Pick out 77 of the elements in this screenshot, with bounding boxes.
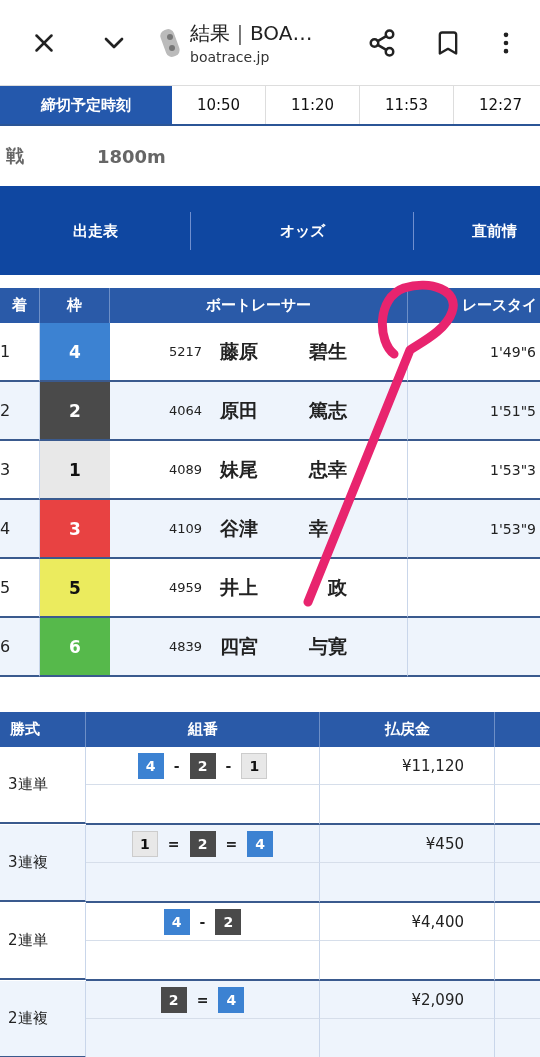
race-time: 1'51"5 [490, 402, 536, 419]
racer-number: 4959 [167, 580, 202, 595]
place-cell: 6 [0, 618, 40, 677]
bet-type: 2連複 [0, 981, 86, 1057]
frame-cell: 2 [40, 382, 110, 441]
frame-cell: 1 [40, 441, 110, 500]
place-cell: 4 [0, 500, 40, 559]
frame-cell: 6 [40, 618, 110, 677]
racer-surname: 原田 [220, 397, 259, 423]
boat-number: 1 [131, 830, 158, 857]
place-cell: 5 [0, 559, 40, 618]
deadline-time: 11:53 [360, 86, 454, 124]
combo-separator: = [167, 835, 180, 852]
payout-amount: ¥11,120 [401, 756, 464, 775]
deadline-time: 12:27 [454, 86, 540, 124]
payout-amount: ¥450 [425, 834, 464, 853]
racer-surname: 藤原 [220, 338, 259, 364]
payout-amount: ¥4,400 [411, 912, 464, 931]
deadline-time: 11:20 [266, 86, 360, 124]
column-header: 払戻金 [320, 712, 495, 747]
racer-number: 4109 [167, 521, 202, 536]
page-title: 結果｜BOA… [190, 20, 314, 47]
column-header: 勝式 [0, 712, 86, 747]
boat-number: 2 [160, 986, 187, 1013]
race-distance: 1800m [97, 145, 166, 167]
column-header: 組番 [86, 712, 320, 747]
frame-cell: 3 [40, 500, 110, 559]
race-time: 1'49"6 [490, 343, 536, 360]
payout-amount: ¥2,090 [411, 990, 464, 1009]
race-name: 戦 [6, 144, 24, 168]
combo-separator: = [196, 991, 209, 1008]
column-header: 着 [0, 288, 40, 323]
racer-surname: 井上 [220, 574, 259, 600]
combo-separator: - [225, 757, 232, 774]
column-header: レースタイ [408, 288, 540, 323]
racer-given-name: 幸 [309, 515, 329, 541]
place-cell: 1 [0, 323, 40, 382]
bet-type: 3連単 [0, 747, 86, 824]
nav-tab[interactable]: 直前情 [413, 211, 540, 250]
deadline-label: 締切予定時刻 [0, 86, 172, 124]
boat-number: 2 [215, 908, 242, 935]
boat-number: 4 [247, 830, 274, 857]
column-header: 枠 [40, 288, 110, 323]
race-time: 1'53"3 [490, 461, 536, 478]
racer-number: 4839 [167, 639, 202, 654]
frame-cell: 4 [40, 323, 110, 382]
place-cell: 2 [0, 382, 40, 441]
racer-surname: 谷津 [220, 515, 259, 541]
boat-number: 4 [163, 908, 190, 935]
race-time: 1'53"9 [490, 520, 536, 537]
place-cell: 3 [0, 441, 40, 500]
frame-cell: 5 [40, 559, 110, 618]
deadline-time: 10:50 [172, 86, 266, 124]
combo-separator: = [225, 835, 238, 852]
nav-tab[interactable]: オッズ [190, 211, 413, 250]
racer-given-name: 与寛 [309, 633, 348, 659]
racer-number: 4064 [167, 403, 202, 418]
combo-separator: - [173, 757, 180, 774]
page-url: boatrace.jp [190, 49, 271, 65]
racer-given-name: 忠幸 [309, 456, 348, 482]
boat-number: 4 [137, 752, 164, 779]
nav-tab[interactable]: 出走表 [0, 211, 190, 250]
racer-given-name: 碧生 [309, 338, 348, 364]
racer-number: 4089 [167, 462, 202, 477]
racer-surname: 四宮 [220, 633, 259, 659]
boat-number: 1 [241, 752, 268, 779]
racer-surname: 妹尾 [220, 456, 259, 482]
boat-number: 4 [218, 986, 245, 1013]
bet-type: 2連単 [0, 903, 86, 980]
racer-given-name: 篤志 [309, 397, 348, 423]
column-header: ボートレーサー [110, 288, 408, 323]
boat-number: 2 [189, 830, 216, 857]
combo-separator: - [199, 913, 206, 930]
bet-type: 3連複 [0, 825, 86, 902]
boat-number: 2 [189, 752, 216, 779]
racer-number: 5217 [167, 344, 202, 359]
racer-given-name: 政 [327, 574, 348, 600]
